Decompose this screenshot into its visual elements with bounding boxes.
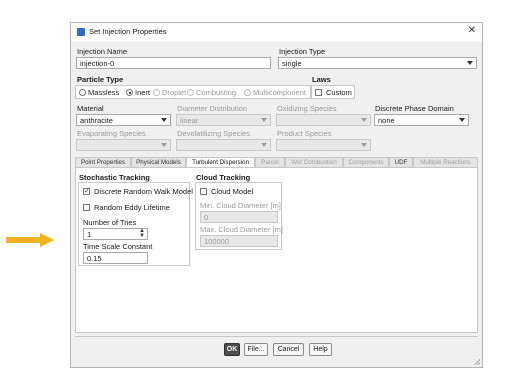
cloud-model-label: Cloud Model [211, 187, 254, 196]
tries-value: 1 [87, 230, 92, 239]
max-cloud-diameter-label: Max. Cloud Diameter [m] [200, 225, 283, 234]
radio-label: Multicomponent [253, 88, 306, 97]
discrete-phase-domain-value: none [378, 116, 395, 125]
product-species-label: Product Species [277, 129, 332, 138]
set-injection-properties-dialog: Set Injection Properties ✕ Injection Nam… [70, 22, 483, 368]
cloud-tracking-title: Cloud Tracking [196, 173, 251, 182]
radio-button [244, 89, 251, 96]
diameter-distribution-label: Diameter Distribution [177, 104, 248, 113]
injection-type-label: Injection Type [279, 47, 326, 56]
checkbox [315, 89, 322, 96]
radio-multicomponent[interactable]: Multicomponent [244, 88, 306, 97]
chevron-down-icon [467, 61, 473, 65]
radio-button [79, 89, 86, 96]
devolatilizing-species-label: Devolatilizing Species [177, 129, 250, 138]
stochastic-tracking-title: Stochastic Tracking [79, 173, 150, 182]
laws-group: Custom [311, 85, 355, 99]
injection-name-label: Injection Name [77, 47, 128, 56]
custom-checkbox[interactable]: Custom [315, 88, 352, 97]
diameter-distribution-value: linear [180, 116, 199, 125]
devolatilizing-species-select[interactable] [176, 139, 271, 151]
random-eddy-lifetime-checkbox[interactable]: Random Eddy Lifetime [83, 203, 170, 212]
injection-type-value: single [282, 59, 302, 68]
discrete-phase-domain-select[interactable]: none [374, 114, 469, 126]
radio-button [187, 89, 194, 96]
radio-label: Massless [88, 88, 120, 97]
oxidizing-species-label: Oxidizing Species [277, 104, 337, 113]
spinner-arrows-icon[interactable]: ▲ ▼ [139, 228, 145, 239]
radio-inert[interactable]: Inert [126, 88, 150, 97]
min-cloud-diameter-input[interactable]: 0 [200, 211, 278, 223]
resize-grip-icon[interactable] [474, 359, 480, 365]
close-icon[interactable]: ✕ [468, 25, 476, 36]
time-scale-constant-label: Time Scale Constant [83, 242, 153, 251]
discrete-random-walk-checkbox[interactable]: ✓ Discrete Random Walk Model [83, 187, 193, 196]
file-button[interactable]: File... [244, 343, 268, 356]
rel-label: Random Eddy Lifetime [94, 203, 170, 212]
min-cloud-diameter-label: Min. Cloud Diameter [m] [200, 201, 281, 210]
laws-label: Laws [312, 75, 331, 84]
chevron-down-icon [261, 143, 267, 147]
time-scale-constant-input[interactable]: 0.15 [83, 252, 148, 264]
diameter-distribution-select[interactable]: linear [176, 114, 271, 126]
injection-name-input[interactable]: injection-0 [76, 57, 271, 69]
particle-type-radio-group: Massless Inert Droplet Combusting Multic… [75, 85, 311, 99]
pointer-arrow-icon [6, 233, 54, 247]
footer-separator [75, 336, 478, 337]
particle-type-label: Particle Type [77, 75, 124, 84]
radio-label: Combusting [196, 88, 237, 97]
custom-label: Custom [326, 88, 352, 97]
evaporating-species-label: Evaporating Species [77, 129, 146, 138]
stochastic-tracking-group: ✓ Discrete Random Walk Model Random Eddy… [78, 182, 193, 266]
radio-massless[interactable]: Massless [79, 88, 119, 97]
radio-combusting[interactable]: Combusting [187, 88, 236, 97]
cancel-button[interactable]: Cancel [273, 343, 304, 356]
radio-droplet[interactable]: Droplet [153, 88, 186, 97]
material-select[interactable]: anthracite [76, 114, 171, 126]
max-cloud-diameter-input[interactable]: 100000 [200, 235, 278, 247]
app-icon [77, 28, 85, 36]
cloud-model-checkbox[interactable]: Cloud Model [200, 187, 253, 196]
drw-label: Discrete Random Walk Model [94, 187, 193, 196]
product-species-select[interactable] [276, 139, 371, 151]
chevron-down-icon [361, 118, 367, 122]
checkbox [83, 204, 90, 211]
checkbox [200, 188, 207, 195]
radio-button [126, 89, 133, 96]
number-of-tries-label: Number of Tries [83, 218, 137, 227]
number-of-tries-input[interactable]: 1 ▲ ▼ [83, 228, 148, 240]
discrete-phase-domain-label: Discrete Phase Domain [375, 104, 454, 113]
turbulent-dispersion-panel: Stochastic Tracking ✓ Discrete Random Wa… [75, 167, 478, 333]
chevron-down-icon [161, 118, 167, 122]
title-bar: Set Injection Properties ✕ [71, 23, 482, 41]
radio-label: Droplet [162, 88, 187, 97]
chevron-down-icon [459, 118, 465, 122]
material-label: Material [77, 104, 104, 113]
radio-label: Inert [135, 88, 151, 97]
help-button[interactable]: Help [309, 343, 332, 356]
cloud-tracking-group: Cloud Model Min. Cloud Diameter [m] 0 Ma… [195, 182, 283, 250]
checkbox: ✓ [83, 188, 90, 195]
chevron-down-icon [261, 118, 267, 122]
chevron-down-icon [361, 143, 367, 147]
ok-button[interactable]: OK [224, 343, 240, 356]
injection-type-select[interactable]: single [278, 57, 477, 69]
radio-button [153, 89, 160, 96]
oxidizing-species-select[interactable] [276, 114, 371, 126]
evaporating-species-select[interactable] [76, 139, 171, 151]
chevron-down-icon [161, 143, 167, 147]
material-value: anthracite [80, 116, 113, 125]
window-title: Set Injection Properties [89, 27, 167, 36]
